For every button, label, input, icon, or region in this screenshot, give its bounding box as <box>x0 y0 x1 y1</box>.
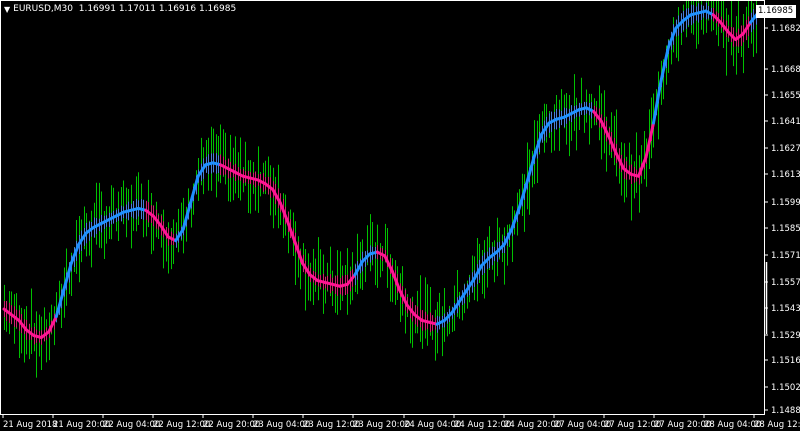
y-tick-label: 1.16272 <box>771 144 800 154</box>
trend-segment <box>383 254 394 273</box>
time-axis[interactable]: 21 Aug 201821 Aug 20:0022 Aug 04:0022 Au… <box>2 414 800 430</box>
chart-menu-triangle-icon[interactable]: ▼ <box>4 5 10 14</box>
x-tick-label: 23 Aug 20:00 <box>353 420 410 430</box>
plot-frame <box>0 0 765 415</box>
x-tick-label: 23 Aug 04:00 <box>253 420 310 430</box>
x-tick-label: 27 Aug 12:00 <box>604 420 661 430</box>
y-tick-label: 1.15578 <box>771 278 800 288</box>
ohlc-values: 1.16991 1.17011 1.16916 1.16985 <box>78 4 237 14</box>
y-tick-label: 1.15163 <box>771 356 800 366</box>
y-tick-label: 1.16554 <box>771 91 800 101</box>
current-price-label: 1.16985 <box>756 5 796 18</box>
trend-segment <box>666 26 678 49</box>
indicator-band <box>4 2 757 345</box>
trend-segment <box>151 214 163 228</box>
x-tick-label: 22 Aug 12:00 <box>153 420 210 430</box>
x-tick-label: 24 Aug 20:00 <box>504 420 561 430</box>
x-tick-label: 21 Aug 2018 <box>3 420 57 430</box>
y-tick-label: 1.15993 <box>771 198 800 208</box>
x-tick-label: 27 Aug 04:00 <box>554 420 611 430</box>
trend-segment <box>659 45 670 83</box>
price-bars <box>4 0 757 378</box>
trend-segment <box>450 299 461 315</box>
y-tick-label: 1.16413 <box>771 117 800 127</box>
x-tick-label: 22 Aug 04:00 <box>103 420 160 430</box>
symbol-timeframe: EURUSD,M30 <box>13 4 73 14</box>
y-tick-label: 1.16688 <box>771 65 800 75</box>
x-tick-label: 28 Aug 04:00 <box>704 420 761 430</box>
y-tick-label: 1.16822 <box>771 24 800 34</box>
x-tick-label: 28 Aug 12:00 <box>754 420 800 430</box>
trend-segment <box>17 318 28 332</box>
trend-segment <box>651 79 663 125</box>
price-chart[interactable]: 1.16822 1.16688 1.16554 1.16413 1.16272 1.161… <box>0 0 800 431</box>
x-tick-label: 24 Aug 04:00 <box>404 420 461 430</box>
trend-segment <box>360 252 372 264</box>
x-tick-label: 27 Aug 20:00 <box>654 420 711 430</box>
trend-segment <box>345 273 357 286</box>
price-axis[interactable]: 1.16822 1.16688 1.16554 1.16413 1.16272 1.161… <box>764 24 800 416</box>
trend-segment <box>674 19 685 30</box>
chart-title-bar: ▼ EURUSD,M30 1.16991 1.17011 1.16916 1.1… <box>4 2 236 16</box>
x-tick-label: 24 Aug 12:00 <box>454 420 511 430</box>
y-tick-label: 1.15298 <box>771 331 800 341</box>
y-tick-label: 1.15023 <box>771 383 800 393</box>
chart-window[interactable]: 1.16822 1.16688 1.16554 1.16413 1.16272 1.161… <box>0 0 800 431</box>
y-tick-label: 1.15853 <box>771 224 800 234</box>
trend-segment <box>457 288 469 303</box>
trend-segment <box>442 311 454 322</box>
x-tick-label: 23 Aug 12:00 <box>303 420 360 430</box>
trend-segment <box>472 263 484 281</box>
y-tick-label: 1.15716 <box>771 251 800 261</box>
y-tick-label: 1.16138 <box>771 170 800 180</box>
y-tick-label: 1.14888 <box>771 406 800 416</box>
y-tick-label: 1.15438 <box>771 304 800 314</box>
x-tick-label: 21 Aug 20:00 <box>53 420 110 430</box>
x-tick-label: 22 Aug 20:00 <box>203 420 260 430</box>
